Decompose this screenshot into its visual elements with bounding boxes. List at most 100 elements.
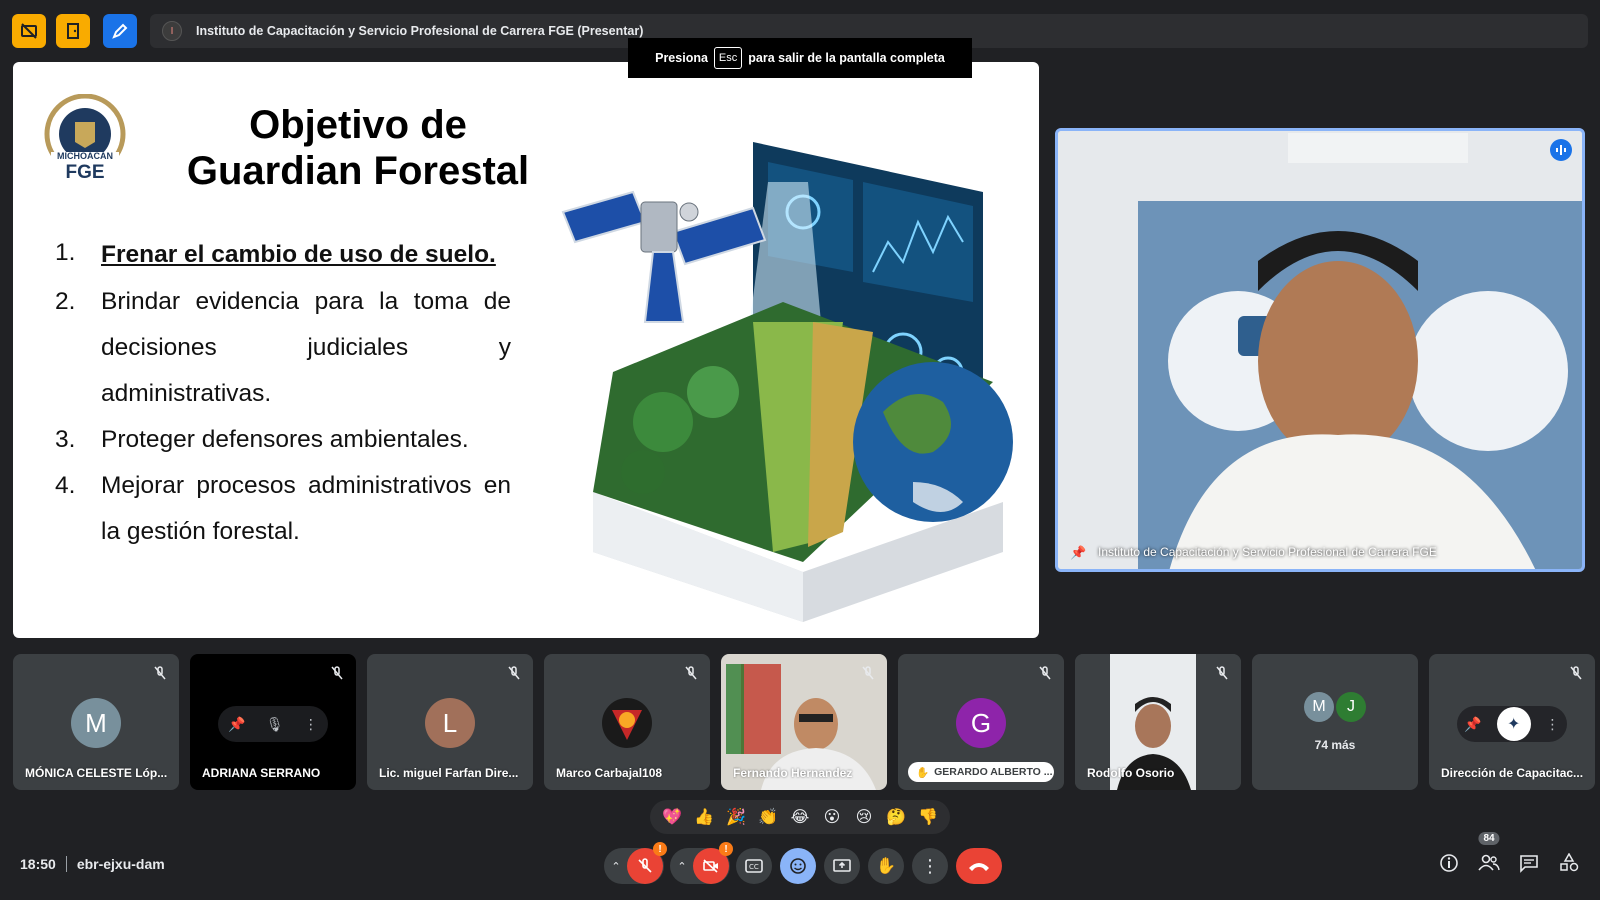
avatar: J <box>1336 692 1366 722</box>
extension-button-3[interactable] <box>103 14 137 48</box>
presentation-title: Instituto de Capacitación y Servicio Pro… <box>196 24 644 38</box>
reaction-heart[interactable]: 💖 <box>658 803 686 831</box>
mic-off-icon <box>1569 666 1583 680</box>
objective-number: 4. <box>55 472 76 499</box>
people-icon <box>1478 854 1500 871</box>
mute-icon[interactable]: 🎙 <box>266 716 284 733</box>
slide-title-line1: Objetivo de <box>249 103 467 147</box>
divider <box>65 856 67 872</box>
presenter-avatar: I <box>162 21 182 41</box>
captions-button[interactable]: CC <box>736 848 772 884</box>
slide-title-line2: Guardian Forestal <box>186 149 530 193</box>
active-speaker-tile[interactable]: 📌 Instituto de Capacitación y Servicio P… <box>1055 128 1585 572</box>
side-panel-controls: 84 <box>1438 832 1580 874</box>
activities-button[interactable] <box>1558 852 1580 874</box>
participant-name: Dirección de Capacitac... <box>1441 766 1584 780</box>
info-icon <box>1440 854 1458 872</box>
pin-icon[interactable]: 📌 <box>1464 716 1481 733</box>
people-button[interactable]: 84 <box>1478 832 1500 874</box>
extension-button-1[interactable] <box>12 14 46 48</box>
meeting-info: 18:50 ebr-ejxu-dam <box>20 856 165 872</box>
participant-name: MÓNICA CELESTE Lóp... <box>25 766 168 780</box>
reaction-party[interactable]: 🎉 <box>722 803 750 831</box>
reactions-bar: 💖 👍 🎉 👏 😂 😮 😢 🤔 👎 <box>650 800 950 834</box>
avatar: G <box>956 698 1006 748</box>
slash-camera-icon <box>21 23 37 39</box>
chat-icon <box>1520 855 1538 873</box>
presentation-slide: MICHOACÁN FGE Objetivo de Guardian Fores… <box>13 62 1039 638</box>
pin-icon[interactable]: 📌 <box>1070 545 1086 561</box>
more-options-icon: ⋮ <box>921 855 939 876</box>
people-count-badge: 84 <box>1478 832 1500 845</box>
logo-fge: FGE <box>65 162 105 183</box>
participant-name: Lic. miguel Farfan Dire... <box>379 766 519 780</box>
avatar: M <box>71 698 121 748</box>
present-screen-icon <box>833 859 851 872</box>
objective-item: 2. Brindar evidencia para la toma de dec… <box>55 279 511 417</box>
meeting-details-button[interactable] <box>1438 852 1460 874</box>
participant-tile[interactable]: L Lic. miguel Farfan Dire... <box>367 654 533 790</box>
more-participants-tile[interactable]: M J 74 más <box>1252 654 1418 790</box>
objective-item: 4. Mejorar procesos administrativos en l… <box>55 463 511 555</box>
slide-title: Objetivo de Guardian Forestal <box>163 102 553 194</box>
objective-text: Brindar evidencia para la toma de decisi… <box>101 288 511 407</box>
avatar: L <box>425 698 475 748</box>
mic-off-icon <box>638 858 652 873</box>
more-options-icon[interactable]: ⋮ <box>304 716 318 733</box>
objective-number: 2. <box>55 288 76 315</box>
raise-hand-button[interactable]: ✋ <box>868 848 904 884</box>
reaction-surprised[interactable]: 😮 <box>818 803 846 831</box>
participant-name: GERARDO ALBERTO ... <box>934 766 1053 778</box>
end-call-button[interactable] <box>956 848 1002 884</box>
mic-off-button[interactable]: ! <box>627 842 667 884</box>
emoji-icon <box>790 858 806 874</box>
pen-icon <box>112 23 128 39</box>
speaker-name: Instituto de Capacitación y Servicio Pro… <box>1098 545 1437 559</box>
participant-tile[interactable]: M MÓNICA CELESTE Lóp... <box>13 654 179 790</box>
pin-icon[interactable]: 📌 <box>228 716 245 733</box>
participant-tile[interactable]: G ✋ GERARDO ALBERTO ... <box>898 654 1064 790</box>
mic-off-icon <box>507 666 521 680</box>
chevron-up-icon[interactable]: ⌃ <box>671 860 693 873</box>
logo-caption: MICHOACÁN FGE <box>41 150 129 183</box>
extension-button-2[interactable] <box>56 14 90 48</box>
mic-off-icon <box>1038 666 1052 680</box>
reaction-thumbs-down[interactable]: 👎 <box>914 803 942 831</box>
participant-tile[interactable]: Rodolfo Osorio <box>1075 654 1241 790</box>
present-screen-button[interactable] <box>824 848 860 884</box>
reaction-clap[interactable]: 👏 <box>754 803 782 831</box>
mic-off-icon <box>861 666 875 680</box>
camera-off-icon <box>703 859 718 873</box>
objective-number: 3. <box>55 426 76 453</box>
reaction-laugh[interactable]: 😂 <box>786 803 814 831</box>
clock: 18:50 <box>20 856 56 872</box>
chevron-up-icon[interactable]: ⌃ <box>605 860 627 873</box>
svg-text:CC: CC <box>749 863 759 871</box>
participant-name: Marco Carbajal108 <box>556 766 663 780</box>
objective-item: 1. Frenar el cambio de uso de suelo. <box>55 230 511 279</box>
reaction-thinking[interactable]: 🤔 <box>882 803 910 831</box>
esc-key: Esc <box>713 47 743 69</box>
reaction-thumbs-up[interactable]: 👍 <box>690 803 718 831</box>
tile-hover-controls: 📌 🎙 ⋮ <box>218 706 328 742</box>
camera-off-button[interactable]: ! <box>693 842 733 884</box>
participant-tile[interactable]: 📌 🎙 ⋮ ADRIANA SERRANO <box>190 654 356 790</box>
participant-tile[interactable]: Marco Carbajal108 <box>544 654 710 790</box>
participant-tile[interactable]: Fernando Hernandez <box>721 654 887 790</box>
participant-tile[interactable]: 📌 ✦ ⋮ Dirección de Capacitac... <box>1429 654 1595 790</box>
door-icon <box>67 23 79 39</box>
forest-satellite-illustration <box>561 142 1013 622</box>
participant-strip: M MÓNICA CELESTE Lóp... 📌 🎙 ⋮ ADRIANA SE… <box>13 654 1595 790</box>
chat-button[interactable] <box>1518 852 1540 874</box>
hand-icon: ✋ <box>916 766 930 779</box>
emoji-button[interactable] <box>780 848 816 884</box>
more-participants-label: 74 más <box>1314 738 1356 752</box>
objective-text: Mejorar procesos administrativos en la g… <box>101 472 511 545</box>
more-options-button[interactable]: ⋮ <box>912 848 948 884</box>
more-avatars: M J <box>1304 692 1366 722</box>
more-options-icon[interactable]: ⋮ <box>1546 716 1560 733</box>
objective-item: 3. Proteger defensores ambientales. <box>55 417 511 463</box>
warning-badge-icon: ! <box>653 842 667 856</box>
reaction-sad[interactable]: 😢 <box>850 803 878 831</box>
phone-hangup-icon <box>969 863 989 871</box>
